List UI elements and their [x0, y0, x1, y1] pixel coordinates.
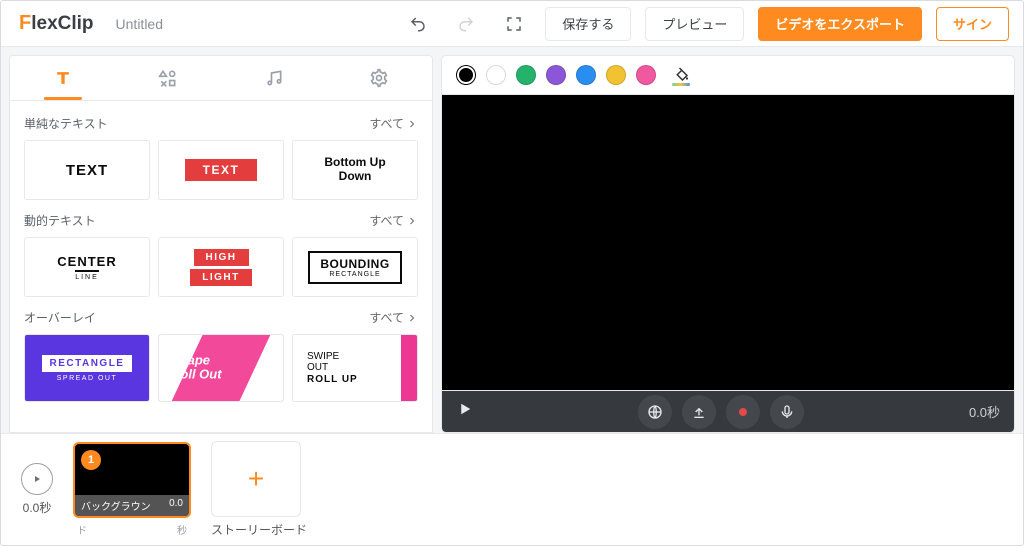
redo-icon [457, 15, 475, 33]
timeline-add-col: + ストーリーボード [211, 441, 307, 538]
clip-caption: バックグラウン 0.0 [75, 495, 189, 516]
chevron-right-icon [406, 312, 418, 324]
tab-text[interactable] [10, 56, 116, 100]
tab-settings[interactable] [327, 56, 433, 100]
music-icon [264, 68, 284, 88]
video-stage[interactable] [441, 95, 1015, 391]
paint-bucket-button[interactable] [672, 64, 694, 86]
text-preset-bottom-up-down[interactable]: Bottom Up Down [292, 140, 418, 200]
timeline: 0.0秒 1 バックグラウン 0.0 ド 秒 + ストーリーボード [1, 433, 1023, 545]
color-swatch[interactable] [636, 65, 656, 85]
tab-elements[interactable] [116, 56, 222, 100]
record-button[interactable] [726, 395, 760, 429]
preview-button[interactable]: プレビュー [645, 7, 744, 41]
chevron-right-icon [406, 215, 418, 227]
upload-button[interactable] [682, 395, 716, 429]
paint-bucket-icon [672, 65, 690, 83]
text-preset-plain[interactable]: TEXT [24, 140, 150, 200]
export-button[interactable]: ビデオをエクスポート [758, 7, 922, 41]
mic-icon [779, 404, 795, 420]
project-title[interactable]: Untitled [116, 16, 163, 32]
text-preset-redbox[interactable]: TEXT [158, 140, 284, 200]
right-panel: 0.0秒 [441, 55, 1015, 433]
section-dynamic-header: 動的テキスト すべて [24, 212, 418, 229]
player-bar: 0.0秒 [441, 391, 1015, 433]
overlay-preset-rectangle[interactable]: RECTANGLESPREAD OUT [24, 334, 150, 402]
text-preset-center-line[interactable]: CENTERLINE [24, 237, 150, 297]
main: 単純なテキスト すべて TEXT TEXT Bottom Up Down 動的テ… [1, 47, 1023, 433]
upload-icon [691, 404, 707, 420]
globe-icon [647, 404, 663, 420]
plus-icon: + [248, 463, 264, 495]
left-tabs [9, 55, 433, 101]
shapes-icon [158, 68, 178, 88]
section-simple-title: 単純なテキスト [24, 115, 108, 132]
player-time: 0.0秒 [969, 402, 1000, 421]
color-swatch[interactable] [576, 65, 596, 85]
logo-initial: F [19, 12, 31, 35]
timeline-clip-col: 1 バックグラウン 0.0 ド 秒 [73, 442, 191, 537]
left-panel: 単純なテキスト すべて TEXT TEXT Bottom Up Down 動的テ… [9, 55, 433, 433]
clip-sub-caption: ド 秒 [73, 522, 191, 537]
app-root: FlexClip Untitled 保存する プレビュー ビデオをエクスポート … [0, 0, 1024, 546]
header: FlexClip Untitled 保存する プレビュー ビデオをエクスポート … [1, 1, 1023, 47]
section-overlay-header: オーバーレイ すべて [24, 309, 418, 326]
play-icon [31, 473, 43, 485]
left-content: 単純なテキスト すべて TEXT TEXT Bottom Up Down 動的テ… [9, 101, 433, 433]
play-button[interactable] [456, 400, 474, 423]
color-bar [441, 55, 1015, 95]
add-storyboard-label: ストーリーボード [211, 521, 307, 538]
swipe-accent-bar [401, 335, 417, 401]
timeline-duration: 0.0秒 [23, 499, 52, 516]
clip-index-badge: 1 [81, 450, 101, 470]
section-overlay-title: オーバーレイ [24, 309, 96, 326]
section-dynamic-title: 動的テキスト [24, 212, 96, 229]
fullscreen-button[interactable] [497, 7, 531, 41]
color-swatch[interactable] [516, 65, 536, 85]
web-button[interactable] [638, 395, 672, 429]
record-icon [735, 404, 751, 420]
mic-button[interactable] [770, 395, 804, 429]
color-swatch[interactable] [606, 65, 626, 85]
expand-icon [505, 15, 523, 33]
text-preset-bounding[interactable]: BOUNDINGRECTANGLE [292, 237, 418, 297]
overlay-preset-shape-rollout[interactable]: ShapeRoll Out [158, 334, 284, 402]
simple-grid: TEXT TEXT Bottom Up Down [24, 140, 418, 200]
overlay-preset-swipe-rollup[interactable]: SWIPEOUTROLL UP [292, 334, 418, 402]
color-swatch[interactable] [546, 65, 566, 85]
logo[interactable]: FlexClip [19, 12, 94, 35]
undo-button[interactable] [401, 7, 435, 41]
sign-button[interactable]: サイン [936, 7, 1009, 41]
color-swatch[interactable] [486, 65, 506, 85]
play-icon [456, 400, 474, 418]
color-swatch[interactable] [456, 65, 476, 85]
timeline-play-col: 0.0秒 [21, 463, 53, 516]
timeline-clip[interactable]: 1 バックグラウン 0.0 [73, 442, 191, 518]
section-overlay-all[interactable]: すべて [369, 309, 418, 326]
logo-rest: lexClip [31, 13, 93, 35]
gear-icon [369, 68, 389, 88]
tab-music[interactable] [221, 56, 327, 100]
undo-icon [409, 15, 427, 33]
section-simple-header: 単純なテキスト すべて [24, 115, 418, 132]
section-simple-all[interactable]: すべて [369, 115, 418, 132]
section-dynamic-all[interactable]: すべて [369, 212, 418, 229]
save-button[interactable]: 保存する [545, 7, 631, 41]
timeline-play-button[interactable] [21, 463, 53, 495]
redo-button[interactable] [449, 7, 483, 41]
text-preset-high-light[interactable]: HIGHLIGHT [158, 237, 284, 297]
overlay-grid: RECTANGLESPREAD OUT ShapeRoll Out SWIPEO… [24, 334, 418, 402]
add-storyboard-button[interactable]: + [211, 441, 301, 517]
chevron-right-icon [406, 118, 418, 130]
text-icon [53, 68, 73, 88]
dynamic-grid: CENTERLINE HIGHLIGHT BOUNDINGRECTANGLE [24, 237, 418, 297]
